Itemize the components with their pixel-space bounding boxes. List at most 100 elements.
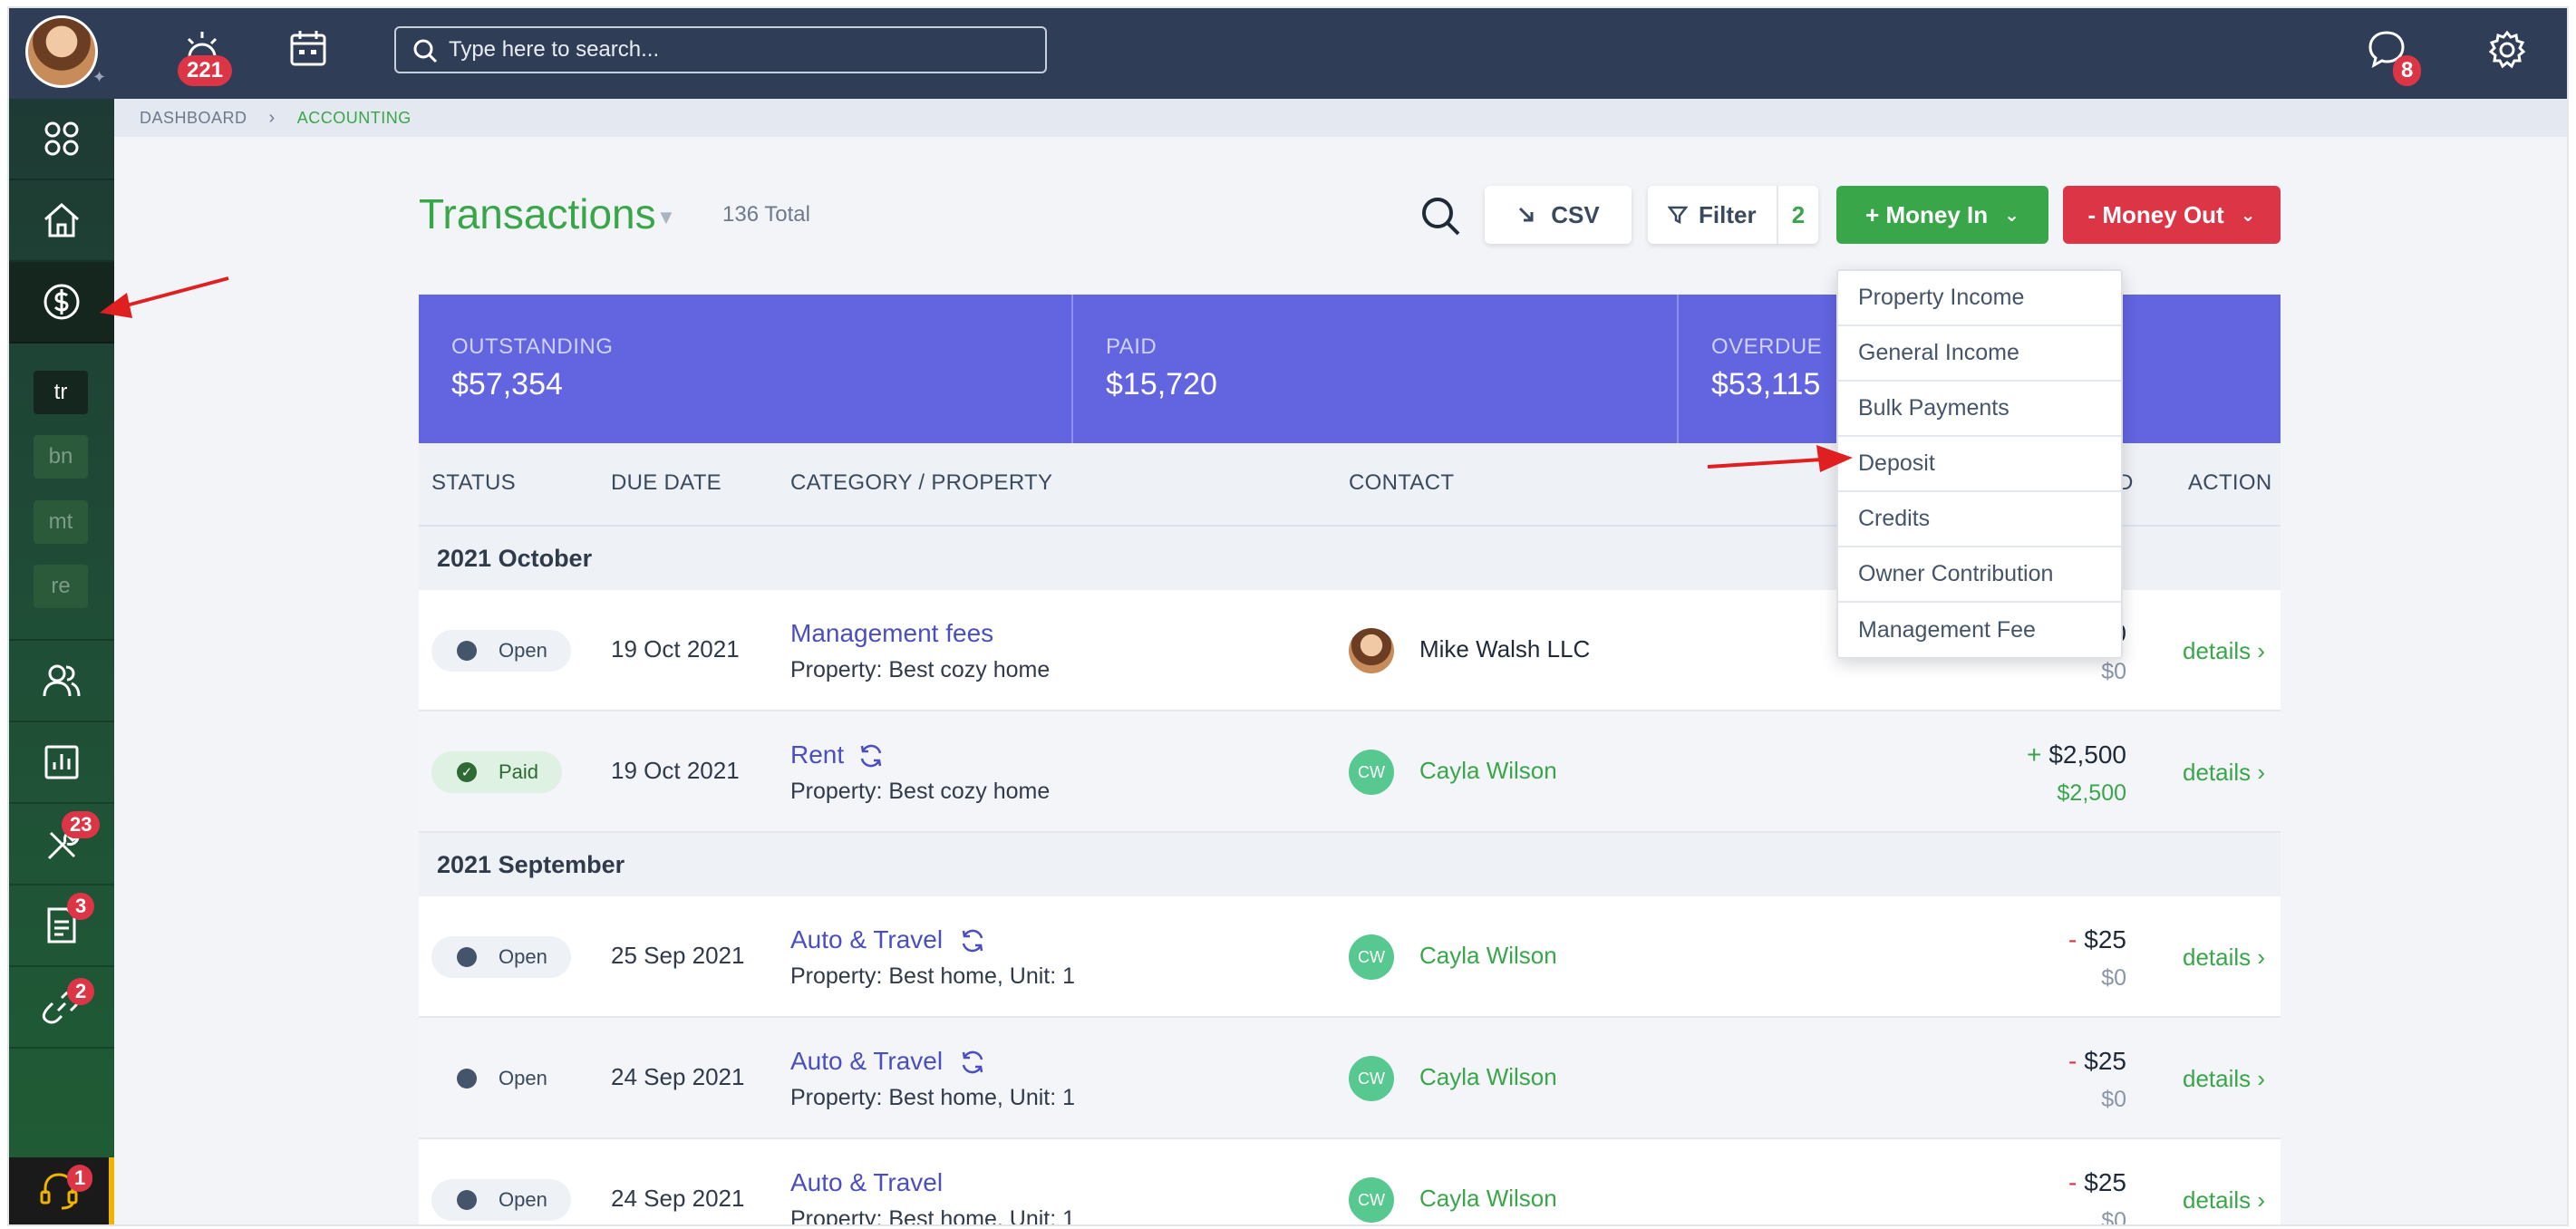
status-dot <box>457 1069 477 1089</box>
status-label: Open <box>499 1188 547 1211</box>
breadcrumb-dashboard[interactable]: DASHBOARD <box>140 109 247 128</box>
amount-paid: $0 <box>2101 1087 2126 1112</box>
money-in-label: + Money In <box>1865 200 1989 228</box>
amount-sign: - <box>2068 1168 2077 1196</box>
sidebar-item-documents[interactable]: 3 <box>9 885 114 967</box>
table-row[interactable]: Open 25 Sep 2021 Auto & Travel Property:… <box>419 896 2281 1018</box>
amount-sign: - <box>2068 925 2077 953</box>
details-link[interactable]: details › <box>2183 944 2265 972</box>
status-badge: Open <box>431 1179 571 1221</box>
overdue-value: $53,115 <box>1711 367 1821 402</box>
property-text: Property: Best home, Unit: 1 <box>790 1206 1076 1224</box>
amount: + $2,500 <box>2027 740 2126 769</box>
details-link[interactable]: details › <box>2183 1065 2265 1093</box>
column-contact[interactable]: CONTACT <box>1349 470 1454 496</box>
documents-badge: 3 <box>67 893 95 920</box>
column-category[interactable]: CATEGORY / PROPERTY <box>790 470 1052 496</box>
calendar-icon <box>290 31 326 66</box>
menu-item-general-income[interactable]: General Income <box>1838 326 2121 382</box>
details-link[interactable]: details › <box>2183 637 2265 665</box>
support-button[interactable]: 1 <box>9 1157 114 1224</box>
details-label: details <box>2183 1186 2252 1214</box>
money-in-dropdown: Property Income General Income Bulk Paym… <box>1836 269 2123 659</box>
details-link[interactable]: details › <box>2183 1186 2265 1214</box>
global-search[interactable] <box>394 26 1047 73</box>
chevron-right-icon: › <box>2257 759 2266 786</box>
menu-item-property-income[interactable]: Property Income <box>1838 271 2121 326</box>
category-link[interactable]: Auto & Travel <box>790 1168 943 1197</box>
page-title[interactable]: Transactions <box>419 189 656 238</box>
menu-item-credits[interactable]: Credits <box>1838 492 2121 547</box>
sidebar-item-integrations[interactable]: 2 <box>9 967 114 1049</box>
column-action: ACTION <box>2188 470 2272 495</box>
status-badge: Open <box>431 630 571 672</box>
amount: - $25 <box>2068 925 2126 954</box>
top-bar: ✦ 221 Type here to search... 8 <box>9 8 2567 99</box>
group-header: 2021 September <box>419 833 2281 896</box>
status-badge: ✓ Paid <box>431 751 563 793</box>
csv-label: CSV <box>1551 200 1600 228</box>
chevron-right-icon: › <box>2257 944 2266 971</box>
settings-button[interactable] <box>2487 30 2527 70</box>
breadcrumb-accounting[interactable]: ACCOUNTING <box>297 109 412 128</box>
table-row[interactable]: Open 24 Sep 2021 Auto & Travel Property:… <box>419 1139 2281 1224</box>
search-input[interactable] <box>449 34 1029 66</box>
sidebar-item-maintenance[interactable]: 23 <box>9 804 114 885</box>
csv-export-button[interactable]: CSV <box>1485 186 1632 244</box>
calendar-button[interactable] <box>288 28 328 68</box>
details-label: details <box>2183 1065 2252 1092</box>
sidebar-item-home[interactable] <box>9 180 114 262</box>
menu-item-owner-contribution[interactable]: Owner Contribution <box>1838 547 2121 603</box>
amount-paid: $0 <box>2101 1208 2126 1224</box>
menu-item-management-fee[interactable]: Management Fee <box>1838 603 2121 658</box>
sidebar-chip-bn[interactable]: bn <box>34 435 88 479</box>
search-icon[interactable] <box>1419 194 1464 239</box>
bar-chart-icon <box>44 745 79 779</box>
category-link[interactable]: Management fees <box>790 619 993 648</box>
due-date: 19 Oct 2021 <box>611 757 740 784</box>
sidebar-item-reports[interactable] <box>9 722 114 804</box>
column-due-date[interactable]: DUE DATE <box>611 470 721 496</box>
contact-name[interactable]: Cayla Wilson <box>1419 757 1557 785</box>
contact-name[interactable]: Cayla Wilson <box>1419 1063 1557 1091</box>
apps-grid-icon <box>44 121 79 156</box>
sidebar-chip-re[interactable]: re <box>34 565 88 608</box>
caret-down-icon[interactable]: ▼ <box>656 206 676 229</box>
contact-avatar: CW <box>1349 750 1394 795</box>
details-link[interactable]: details › <box>2183 759 2265 787</box>
sidebar-item-dashboard[interactable] <box>9 99 114 180</box>
money-out-label: - Money Out <box>2087 200 2224 228</box>
alerts-button[interactable]: 221 <box>178 28 233 86</box>
table-row[interactable]: Open 24 Sep 2021 Auto & Travel Property:… <box>419 1018 2281 1139</box>
status-badge: Open <box>431 936 571 978</box>
sidebar: tr bn mt re 23 3 2 <box>9 99 229 1224</box>
category-link[interactable]: Auto & Travel <box>790 925 943 954</box>
pin-icon: ✦ <box>92 68 107 86</box>
due-date: 19 Oct 2021 <box>611 635 740 663</box>
total-count: 136 Total <box>722 202 810 227</box>
summary-paid[interactable]: PAID $15,720 <box>1073 295 1677 443</box>
status-dot <box>457 641 477 661</box>
sidebar-chip-tr[interactable]: tr <box>34 371 88 414</box>
user-avatar[interactable] <box>25 15 98 88</box>
filter-button[interactable]: Filter 2 <box>1648 186 1818 244</box>
category-link[interactable]: Rent <box>790 740 844 769</box>
money-out-button[interactable]: - Money Out ⌄ <box>2063 186 2281 244</box>
sidebar-chip-mt[interactable]: mt <box>34 500 88 544</box>
menu-item-deposit[interactable]: Deposit <box>1838 437 2121 492</box>
summary-outstanding[interactable]: OUTSTANDING $57,354 <box>419 295 1071 443</box>
group-label: 2021 September <box>437 851 625 878</box>
contact-avatar: CW <box>1349 1056 1394 1101</box>
menu-item-bulk-payments[interactable]: Bulk Payments <box>1838 382 2121 437</box>
status-label: Open <box>499 639 547 662</box>
filter-label: Filter <box>1699 200 1757 228</box>
sidebar-item-contacts[interactable] <box>9 641 114 722</box>
alerts-badge: 221 <box>178 55 233 86</box>
money-in-button[interactable]: + Money In ⌄ <box>1836 186 2048 244</box>
chat-button[interactable]: 8 <box>2366 28 2422 86</box>
contact-name[interactable]: Cayla Wilson <box>1419 1185 1557 1213</box>
table-row[interactable]: ✓ Paid 19 Oct 2021 Rent Property: Best co… <box>419 711 2281 833</box>
contact-name[interactable]: Cayla Wilson <box>1419 942 1557 970</box>
category-link[interactable]: Auto & Travel <box>790 1047 943 1076</box>
column-status[interactable]: STATUS <box>431 470 516 496</box>
